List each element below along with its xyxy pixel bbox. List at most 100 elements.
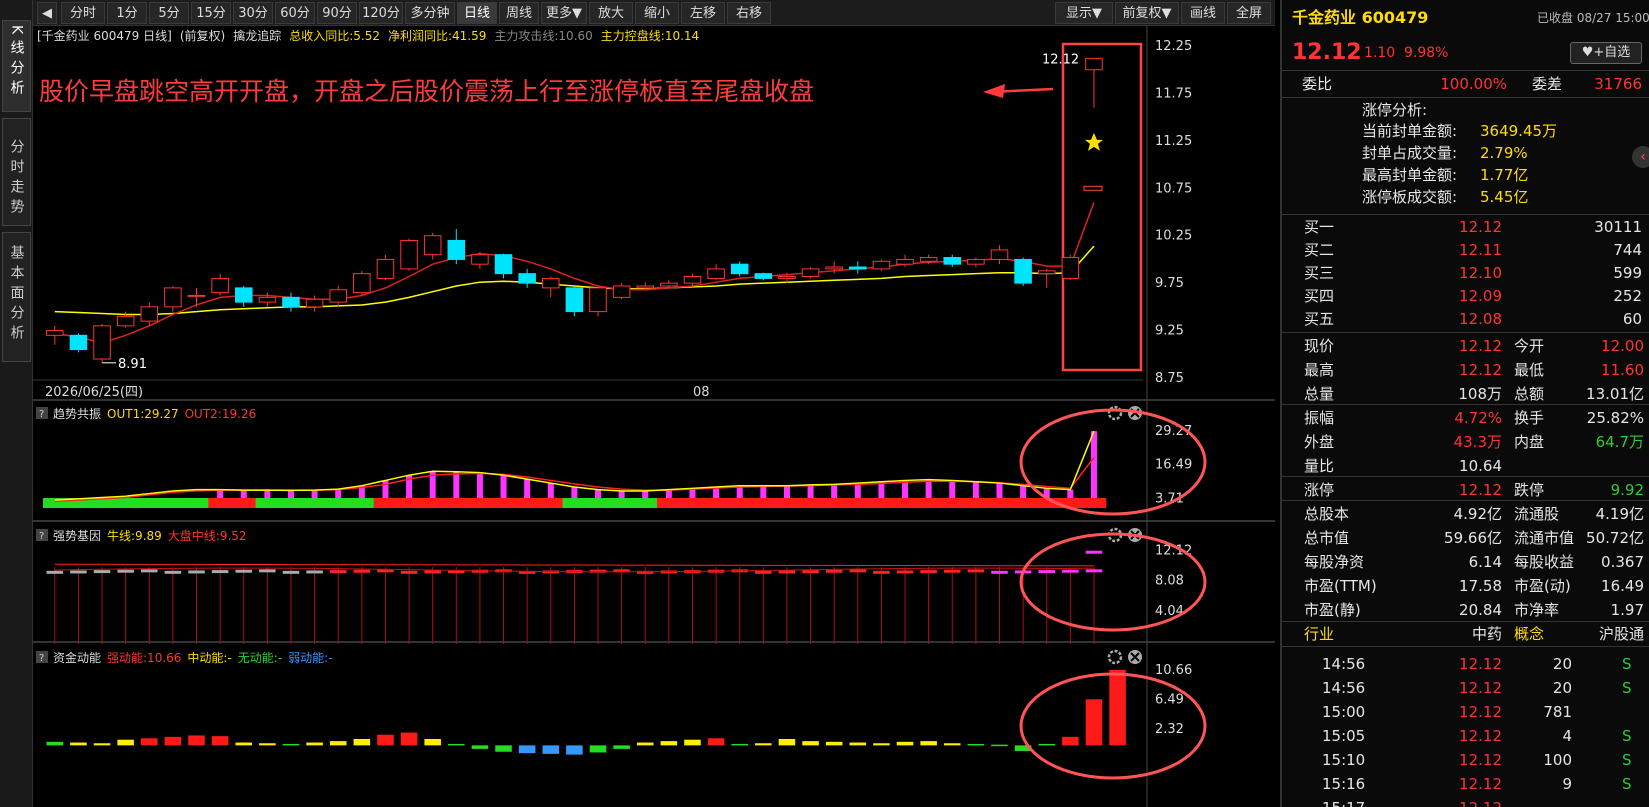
price-header: [千金药业 600479 日线] (前复权) 擒龙追踪 总收入同比:5.52 净利润同比… — [37, 28, 699, 43]
toolbar-btn-15[interactable]: 右移 — [727, 2, 771, 24]
date-label: 08 — [693, 385, 710, 400]
bid-row[interactable]: 买四 12.09 252 — [1282, 285, 1649, 308]
trend-bar — [500, 475, 507, 498]
trend-bar — [1067, 489, 1074, 498]
chart-canvas[interactable]: [千金药业 600479 日线] (前复权) 擒龙追踪 总收入同比:5.52 净利润同比… — [33, 26, 1275, 807]
annotation-text: 股价早盘跳空高开开盘，开盘之后股价震荡上行至涨停板直至尾盘收盘 — [39, 77, 814, 106]
concept-label[interactable]: 概念 — [1514, 622, 1544, 646]
capital-bar — [93, 743, 111, 746]
strength-mark — [1085, 550, 1103, 554]
capital-bar — [471, 745, 489, 749]
toolbar-btn-2[interactable]: 5分 — [149, 2, 189, 24]
stat-label-left: 最高 — [1304, 361, 1335, 379]
toolbar-right-btn-1[interactable]: 前复权▼ — [1115, 2, 1179, 24]
toolbar-btn-9[interactable]: 日线 — [457, 2, 497, 24]
stat-label-left: 每股净资 — [1304, 553, 1365, 571]
limit-row-label: 涨停板成交额: — [1362, 188, 1458, 206]
limit-row-label: 当前封单金额: — [1362, 122, 1458, 140]
capital-bar — [259, 743, 276, 746]
capital-axis-tick: 6.49 — [1155, 692, 1184, 707]
bid-label: 买四 — [1304, 287, 1335, 305]
trend-bar — [854, 483, 861, 498]
tick-price: 12.12 — [1459, 751, 1502, 769]
candle-body — [612, 285, 631, 298]
industry-value[interactable]: 中药 — [1422, 622, 1502, 646]
tab-intraday[interactable]: 分时走势 — [2, 118, 31, 226]
price-header-part: (前复权) — [180, 28, 225, 43]
limit-row-value: 5.45亿 — [1480, 188, 1529, 206]
toolbar-btn-1[interactable]: 1分 — [107, 2, 147, 24]
capital-bar — [188, 735, 205, 746]
stock-title-row: 千金药业 600479 已收盘 08/27 15:00 — [1282, 6, 1649, 32]
capital-bar — [70, 742, 87, 746]
bid-label: 买五 — [1304, 310, 1335, 328]
toolbar-btn-14[interactable]: 左移 — [681, 2, 725, 24]
trend-state-segment — [231, 498, 257, 508]
toolbar-btn-0[interactable]: 分时 — [61, 2, 105, 24]
capital-bar — [825, 741, 843, 746]
tab-kline[interactable]: K线分析 — [2, 20, 31, 112]
collapse-chevron-icon[interactable]: ‹ — [1632, 146, 1649, 168]
strength-panel-header: 强势基因 牛线:9.89 大盘中线:9.52 — [53, 528, 247, 543]
candle-body — [707, 268, 725, 279]
toolbar-btn-4[interactable]: 30分 — [233, 2, 273, 24]
tab-fundamental[interactable]: 基本面分析 — [2, 232, 31, 362]
trend-state-segment — [845, 498, 871, 508]
candle-body — [258, 296, 277, 303]
trend-state-segment — [302, 498, 327, 508]
candle-body — [471, 254, 489, 265]
bid-price: 12.11 — [1459, 241, 1502, 259]
tick-time: 15:00 — [1322, 703, 1366, 721]
divider — [1282, 332, 1649, 333]
stat-value-right: 50.72亿 — [1586, 529, 1644, 547]
toolbar-btn-11[interactable]: 更多▼ — [541, 2, 587, 24]
capital-bar — [731, 743, 748, 746]
toolbar-right-btn-3[interactable]: 全屏 — [1227, 2, 1271, 24]
toolbar-btn-10[interactable]: 周线 — [499, 2, 539, 24]
strength-mark — [873, 570, 890, 574]
toolbar-right-btn-0[interactable]: 显示▼ — [1055, 2, 1113, 24]
trend-panel-header-part: 趋势共振 — [53, 407, 101, 421]
trend-bar — [642, 490, 649, 498]
candle-body — [730, 263, 749, 275]
price-change-pct: 9.98% — [1404, 45, 1449, 61]
tick-price: 12.12 — [1459, 679, 1502, 697]
capital-bar — [495, 745, 512, 752]
trend-state-segment — [822, 498, 847, 508]
stat-value-left: 12.12 — [1459, 481, 1502, 499]
bid-row[interactable]: 买三 12.10 599 — [1282, 262, 1649, 285]
toolbar-btn-3[interactable]: 15分 — [191, 2, 231, 24]
toolbar-left-arrow-icon[interactable]: ◀ — [37, 2, 57, 24]
capital-bar — [802, 741, 819, 746]
bid-row[interactable]: 买五 12.08 60 — [1282, 308, 1649, 331]
kline-chart[interactable]: [千金药业 600479 日线] (前复权) 擒龙追踪 总收入同比:5.52 净利润同比… — [33, 26, 1275, 807]
toolbar-btn-7[interactable]: 120分 — [359, 2, 403, 24]
period-toolbar: ◀ 分时 1分 5分 15分 30分 60分 90分 120分 多分钟 日线 周线 更多▼ 放大 缩小 左移… — [33, 0, 1275, 26]
candle-body — [140, 306, 159, 322]
capital-axis-tick: 10.66 — [1155, 663, 1192, 678]
toolbar-btn-5[interactable]: 60分 — [275, 2, 315, 24]
hk-connect-label[interactable]: 沪股通 — [1572, 622, 1644, 646]
stat-row: 量比 10.64 — [1282, 454, 1649, 478]
stat-label-left: 总量 — [1304, 385, 1335, 403]
toolbar-btn-8[interactable]: 多分钟 — [405, 2, 455, 24]
bid-row[interactable]: 买二 12.11 744 — [1282, 239, 1649, 262]
left-tab-bar: K线分析 分时走势 基本面分析 — [0, 0, 33, 807]
strength-mark — [235, 569, 253, 573]
candle-body — [1061, 257, 1080, 279]
strength-mark — [755, 570, 772, 574]
trend-bar — [382, 480, 389, 498]
limit-row-label: 封单占成交量: — [1362, 144, 1458, 162]
bid-volume: 252 — [1613, 287, 1642, 305]
toolbar-btn-13[interactable]: 缩小 — [635, 2, 679, 24]
price-header-part: [千金药业 600479 日线] — [37, 28, 172, 43]
industry-label[interactable]: 行业 — [1304, 622, 1334, 646]
bid-row[interactable]: 买一 12.12 30111 — [1282, 216, 1649, 239]
toolbar-btn-12[interactable]: 放大 — [589, 2, 633, 24]
stat-label-left: 外盘 — [1304, 433, 1335, 451]
candle-body — [447, 239, 466, 260]
toolbar-btn-6[interactable]: 90分 — [317, 2, 357, 24]
add-favorite-button[interactable]: ♥+自选 — [1570, 42, 1642, 64]
limit-row-label: 最高封单金额: — [1362, 166, 1458, 184]
toolbar-right-btn-2[interactable]: 画线 — [1181, 2, 1225, 24]
